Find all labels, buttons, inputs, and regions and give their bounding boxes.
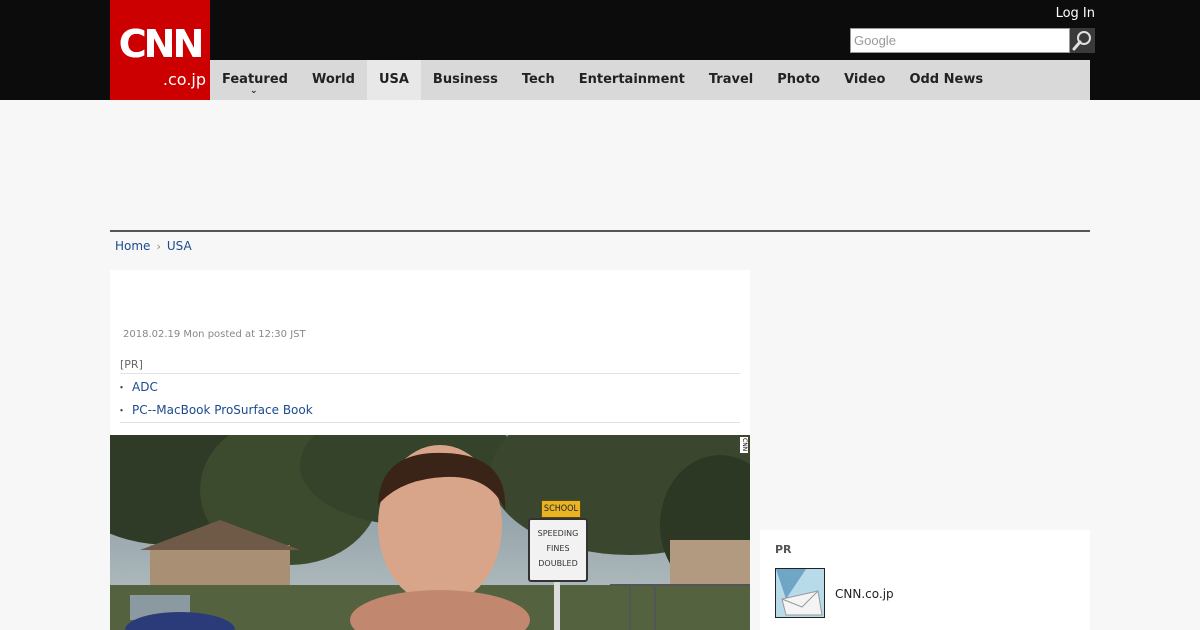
article-photo[interactable]: SCHOOL SPEEDING FINES DOUBLED CNN: [110, 435, 750, 630]
pr-block: [PR] ADC PC--MacBook ProSurface Book: [116, 358, 740, 423]
cnn-watermark: CNN: [740, 437, 748, 453]
sidebar-pr-card: PR CNN.co.jp: [760, 530, 1090, 630]
nav-label: Business: [432, 72, 498, 87]
sign-line: FINES: [546, 544, 570, 553]
login-link[interactable]: Log In: [1056, 6, 1095, 21]
list-item: ADC: [116, 376, 740, 399]
sign-post: [554, 582, 560, 630]
breadcrumb-home[interactable]: Home: [115, 239, 150, 253]
breadcrumb: Home › USA: [115, 238, 192, 255]
main-nav: Featured ⌄ World USA Business Tech Enter…: [210, 60, 1090, 100]
pr-item-link[interactable]: CNN.co.jp: [835, 587, 894, 601]
nav-item-business[interactable]: Business: [421, 60, 510, 100]
nav-item-entertainment[interactable]: Entertainment: [567, 60, 697, 100]
chevron-right-icon: ›: [156, 240, 161, 253]
nav-label: Entertainment: [578, 72, 685, 87]
logo-wordmark: CNN: [118, 22, 205, 66]
envelope-icon: [776, 569, 824, 617]
pr-thumbnail[interactable]: [775, 568, 825, 618]
search-button[interactable]: [1070, 28, 1095, 53]
pr-link-macbook[interactable]: PC--MacBook ProSurface Book: [132, 403, 313, 417]
nav-item-video[interactable]: Video: [832, 60, 897, 100]
nav-item-photo[interactable]: Photo: [765, 60, 832, 100]
pr-label: [PR]: [120, 358, 740, 374]
nav-label: Travel: [708, 72, 754, 87]
nav-item-tech[interactable]: Tech: [510, 60, 567, 100]
sign-line: SPEEDING: [537, 529, 579, 538]
sidebar-pr-title: PR: [775, 543, 792, 556]
nav-item-usa[interactable]: USA: [366, 60, 421, 100]
nav-label: Photo: [777, 72, 821, 87]
cnn-logo[interactable]: CNN .co.jp: [110, 0, 210, 100]
nav-label: Video: [844, 72, 886, 87]
nav-label: USA: [378, 72, 409, 87]
photo-scene: [110, 435, 750, 630]
nav-item-featured[interactable]: Featured ⌄: [210, 60, 300, 100]
search-icon: [1070, 28, 1095, 53]
search-input[interactable]: Google: [850, 28, 1070, 53]
article-dateline: 2018.02.19 Mon posted at 12:30 JST: [123, 329, 306, 340]
nav-label: World: [311, 72, 355, 87]
nav-label: Odd News: [909, 72, 984, 87]
nav-item-odd-news[interactable]: Odd News: [897, 60, 995, 100]
pr-link-list: ADC PC--MacBook ProSurface Book: [116, 376, 740, 423]
nav-item-world[interactable]: World: [300, 60, 367, 100]
nav-label: Tech: [521, 72, 555, 87]
speeding-sign: SPEEDING FINES DOUBLED: [528, 518, 588, 582]
logo-subtext: .co.jp: [162, 70, 206, 89]
nav-item-travel[interactable]: Travel: [697, 60, 765, 100]
school-sign: SCHOOL: [541, 500, 581, 518]
nav-label: Featured: [222, 72, 288, 87]
list-item: PC--MacBook ProSurface Book: [116, 399, 740, 422]
sign-line: DOUBLED: [538, 559, 578, 568]
breadcrumb-usa[interactable]: USA: [167, 239, 192, 253]
pr-link-adc[interactable]: ADC: [132, 380, 158, 394]
ad-divider: [110, 230, 1090, 232]
chevron-down-icon: ⌄: [249, 86, 258, 96]
